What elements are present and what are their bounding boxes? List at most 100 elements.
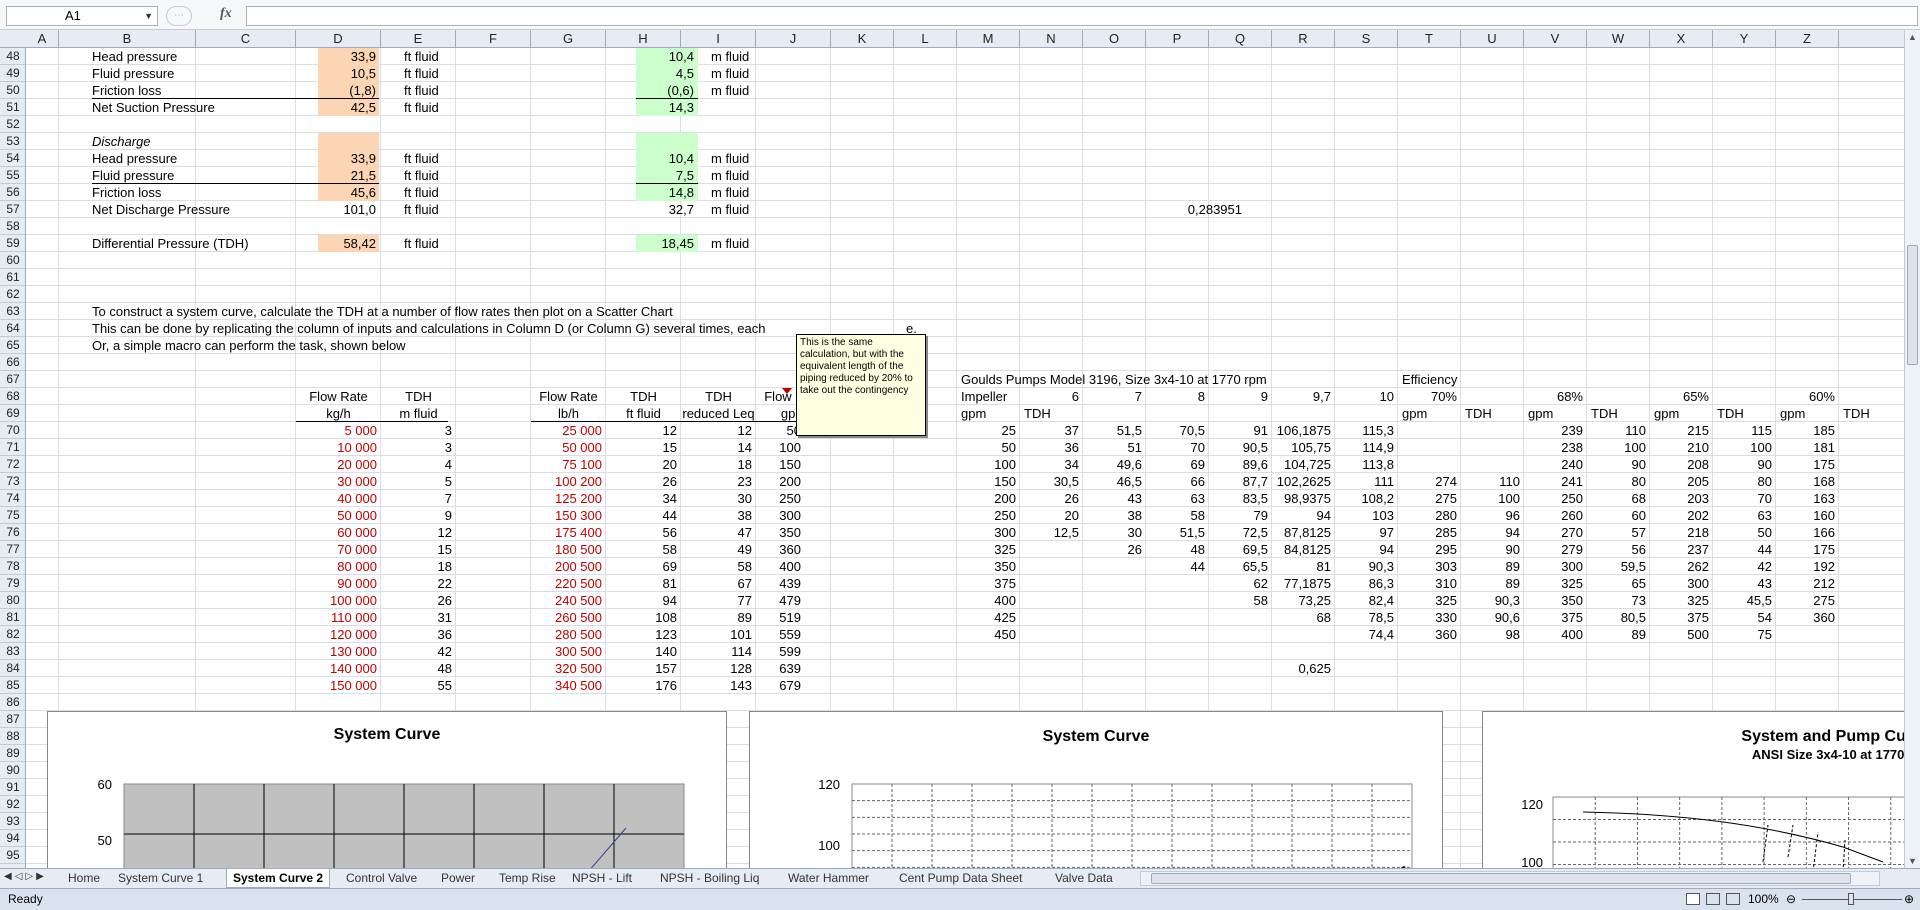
row-header-51[interactable]: 51 bbox=[0, 99, 25, 116]
t1-flow-cell[interactable]: 10 000 bbox=[296, 439, 377, 456]
column-header-K[interactable]: K bbox=[831, 30, 894, 48]
t2-flow-cell[interactable]: 125 200 bbox=[531, 490, 602, 507]
t2-flow-cell[interactable]: 180 500 bbox=[531, 541, 602, 558]
goulds-cell[interactable]: 37 bbox=[1020, 422, 1079, 439]
discharge-friction-d[interactable]: 45,6 bbox=[318, 184, 376, 201]
row-header-57[interactable]: 57 bbox=[0, 201, 25, 218]
t2-reduced-cell[interactable]: 12 bbox=[681, 422, 752, 439]
suction-head-d[interactable]: 33,9 bbox=[318, 48, 376, 65]
goulds-cell[interactable]: 90,5 bbox=[1209, 439, 1268, 456]
t1-flow-cell[interactable]: 100 000 bbox=[296, 592, 377, 609]
goulds-cell[interactable]: 113,8 bbox=[1335, 456, 1394, 473]
efficiency-cell[interactable]: 325 bbox=[1398, 592, 1457, 609]
scroll-down-icon[interactable]: ▼ bbox=[1908, 856, 1917, 866]
row-header-86[interactable]: 86 bbox=[0, 694, 25, 711]
efficiency-cell[interactable]: 208 bbox=[1650, 456, 1709, 473]
sheet-tab[interactable]: Temp Rise bbox=[493, 869, 562, 888]
formula-bar-options-icon[interactable]: ⋯ bbox=[166, 6, 192, 26]
efficiency-cell[interactable]: 375 bbox=[1650, 609, 1709, 626]
t2-tdh-cell[interactable]: 12 bbox=[606, 422, 677, 439]
goulds-cell[interactable]: 78,5 bbox=[1335, 609, 1394, 626]
goulds-cell[interactable]: 375 bbox=[957, 575, 1016, 592]
tdh-h[interactable]: 18,45 bbox=[636, 235, 694, 252]
efficiency-cell[interactable]: 260 bbox=[1524, 507, 1583, 524]
discharge-friction-h[interactable]: 14,8 bbox=[636, 184, 694, 201]
goulds-cell[interactable]: 38 bbox=[1083, 507, 1142, 524]
efficiency-cell[interactable]: 285 bbox=[1398, 524, 1457, 541]
efficiency-cell[interactable]: 100 bbox=[1713, 439, 1772, 456]
insert-function-icon[interactable]: fx bbox=[220, 6, 232, 22]
column-header-L[interactable]: L bbox=[894, 30, 957, 48]
goulds-cell[interactable]: 58 bbox=[1209, 592, 1268, 609]
t2-gpm-cell[interactable]: 250 bbox=[756, 490, 801, 507]
row-header-54[interactable]: 54 bbox=[0, 150, 25, 167]
goulds-cell[interactable]: 94 bbox=[1335, 541, 1394, 558]
efficiency-cell[interactable]: 80 bbox=[1587, 473, 1646, 490]
t2-tdh-cell[interactable]: 44 bbox=[606, 507, 677, 524]
goulds-cell[interactable]: 97 bbox=[1335, 524, 1394, 541]
column-header-W[interactable]: W bbox=[1587, 30, 1650, 48]
t2-reduced-cell[interactable]: 77 bbox=[681, 592, 752, 609]
efficiency-cell[interactable]: 250 bbox=[1524, 490, 1583, 507]
goulds-cell[interactable]: 74,4 bbox=[1335, 626, 1394, 643]
efficiency-cell[interactable]: 303 bbox=[1398, 558, 1457, 575]
t2-reduced-cell[interactable]: 114 bbox=[681, 643, 752, 660]
zoom-in-icon[interactable]: ⊕ bbox=[1904, 892, 1914, 906]
row-header-87[interactable]: 87 bbox=[0, 711, 25, 728]
row-header-73[interactable]: 73 bbox=[0, 473, 25, 490]
goulds-cell[interactable]: 72,5 bbox=[1209, 524, 1268, 541]
row-header-56[interactable]: 56 bbox=[0, 184, 25, 201]
efficiency-cell[interactable]: 295 bbox=[1398, 541, 1457, 558]
goulds-cell[interactable]: 150 bbox=[957, 473, 1016, 490]
column-header-A[interactable]: A bbox=[26, 30, 59, 48]
t1-flow-cell[interactable]: 80 000 bbox=[296, 558, 377, 575]
row-header-76[interactable]: 76 bbox=[0, 524, 25, 541]
efficiency-cell[interactable]: 330 bbox=[1398, 609, 1457, 626]
efficiency-cell[interactable]: 241 bbox=[1524, 473, 1583, 490]
goulds-cell[interactable]: 77,1875 bbox=[1272, 575, 1331, 592]
cell-comment[interactable]: This is the same calculation, but with t… bbox=[796, 334, 926, 436]
goulds-cell[interactable]: 91 bbox=[1209, 422, 1268, 439]
efficiency-cell[interactable]: 181 bbox=[1776, 439, 1835, 456]
column-header-B[interactable]: B bbox=[59, 30, 196, 48]
goulds-cell[interactable]: 108,2 bbox=[1335, 490, 1394, 507]
column-header-U[interactable]: U bbox=[1461, 30, 1524, 48]
goulds-cell[interactable]: 90,3 bbox=[1335, 558, 1394, 575]
row-header-70[interactable]: 70 bbox=[0, 422, 25, 439]
t1-flow-cell[interactable]: 110 000 bbox=[296, 609, 377, 626]
t2-tdh-cell[interactable]: 81 bbox=[606, 575, 677, 592]
t2-gpm-cell[interactable]: 150 bbox=[756, 456, 801, 473]
t2-gpm-cell[interactable]: 200 bbox=[756, 473, 801, 490]
discharge-fluid-d[interactable]: 21,5 bbox=[318, 167, 376, 184]
row-header-68[interactable]: 68 bbox=[0, 388, 25, 405]
goulds-cell[interactable]: 70,5 bbox=[1146, 422, 1205, 439]
t2-reduced-cell[interactable]: 18 bbox=[681, 456, 752, 473]
efficiency-cell[interactable]: 275 bbox=[1776, 592, 1835, 609]
efficiency-cell[interactable]: 75 bbox=[1713, 626, 1772, 643]
t2-reduced-cell[interactable]: 128 bbox=[681, 660, 752, 677]
t2-gpm-cell[interactable]: 50 bbox=[756, 422, 801, 439]
sheet-tab[interactable]: Home bbox=[62, 869, 106, 888]
goulds-cell[interactable]: 65,5 bbox=[1209, 558, 1268, 575]
row-header-84[interactable]: 84 bbox=[0, 660, 25, 677]
efficiency-cell[interactable]: 90,3 bbox=[1461, 592, 1520, 609]
goulds-cell[interactable]: 48 bbox=[1146, 541, 1205, 558]
goulds-cell[interactable]: 102,2625 bbox=[1272, 473, 1331, 490]
row-header-52[interactable]: 52 bbox=[0, 116, 25, 133]
column-header-T[interactable]: T bbox=[1398, 30, 1461, 48]
efficiency-cell[interactable]: 185 bbox=[1776, 422, 1835, 439]
goulds-cell[interactable]: 58 bbox=[1146, 507, 1205, 524]
efficiency-cell[interactable]: 98 bbox=[1461, 626, 1520, 643]
efficiency-cell[interactable]: 100 bbox=[1461, 490, 1520, 507]
discharge-fluid-h[interactable]: 7,5 bbox=[636, 167, 694, 184]
sheet-tab[interactable]: Cent Pump Data Sheet bbox=[893, 869, 1028, 888]
t1-tdh-cell[interactable]: 3 bbox=[381, 422, 452, 439]
t2-tdh-cell[interactable]: 123 bbox=[606, 626, 677, 643]
t1-flow-cell[interactable]: 120 000 bbox=[296, 626, 377, 643]
efficiency-cell[interactable]: 325 bbox=[1524, 575, 1583, 592]
t2-gpm-cell[interactable]: 439 bbox=[756, 575, 801, 592]
row-header-62[interactable]: 62 bbox=[0, 286, 25, 303]
t2-reduced-cell[interactable]: 58 bbox=[681, 558, 752, 575]
goulds-cell[interactable]: 70 bbox=[1146, 439, 1205, 456]
worksheet-grid[interactable]: Head pressure 33,9 ft fluid 10,4 m fluid… bbox=[26, 48, 1904, 868]
